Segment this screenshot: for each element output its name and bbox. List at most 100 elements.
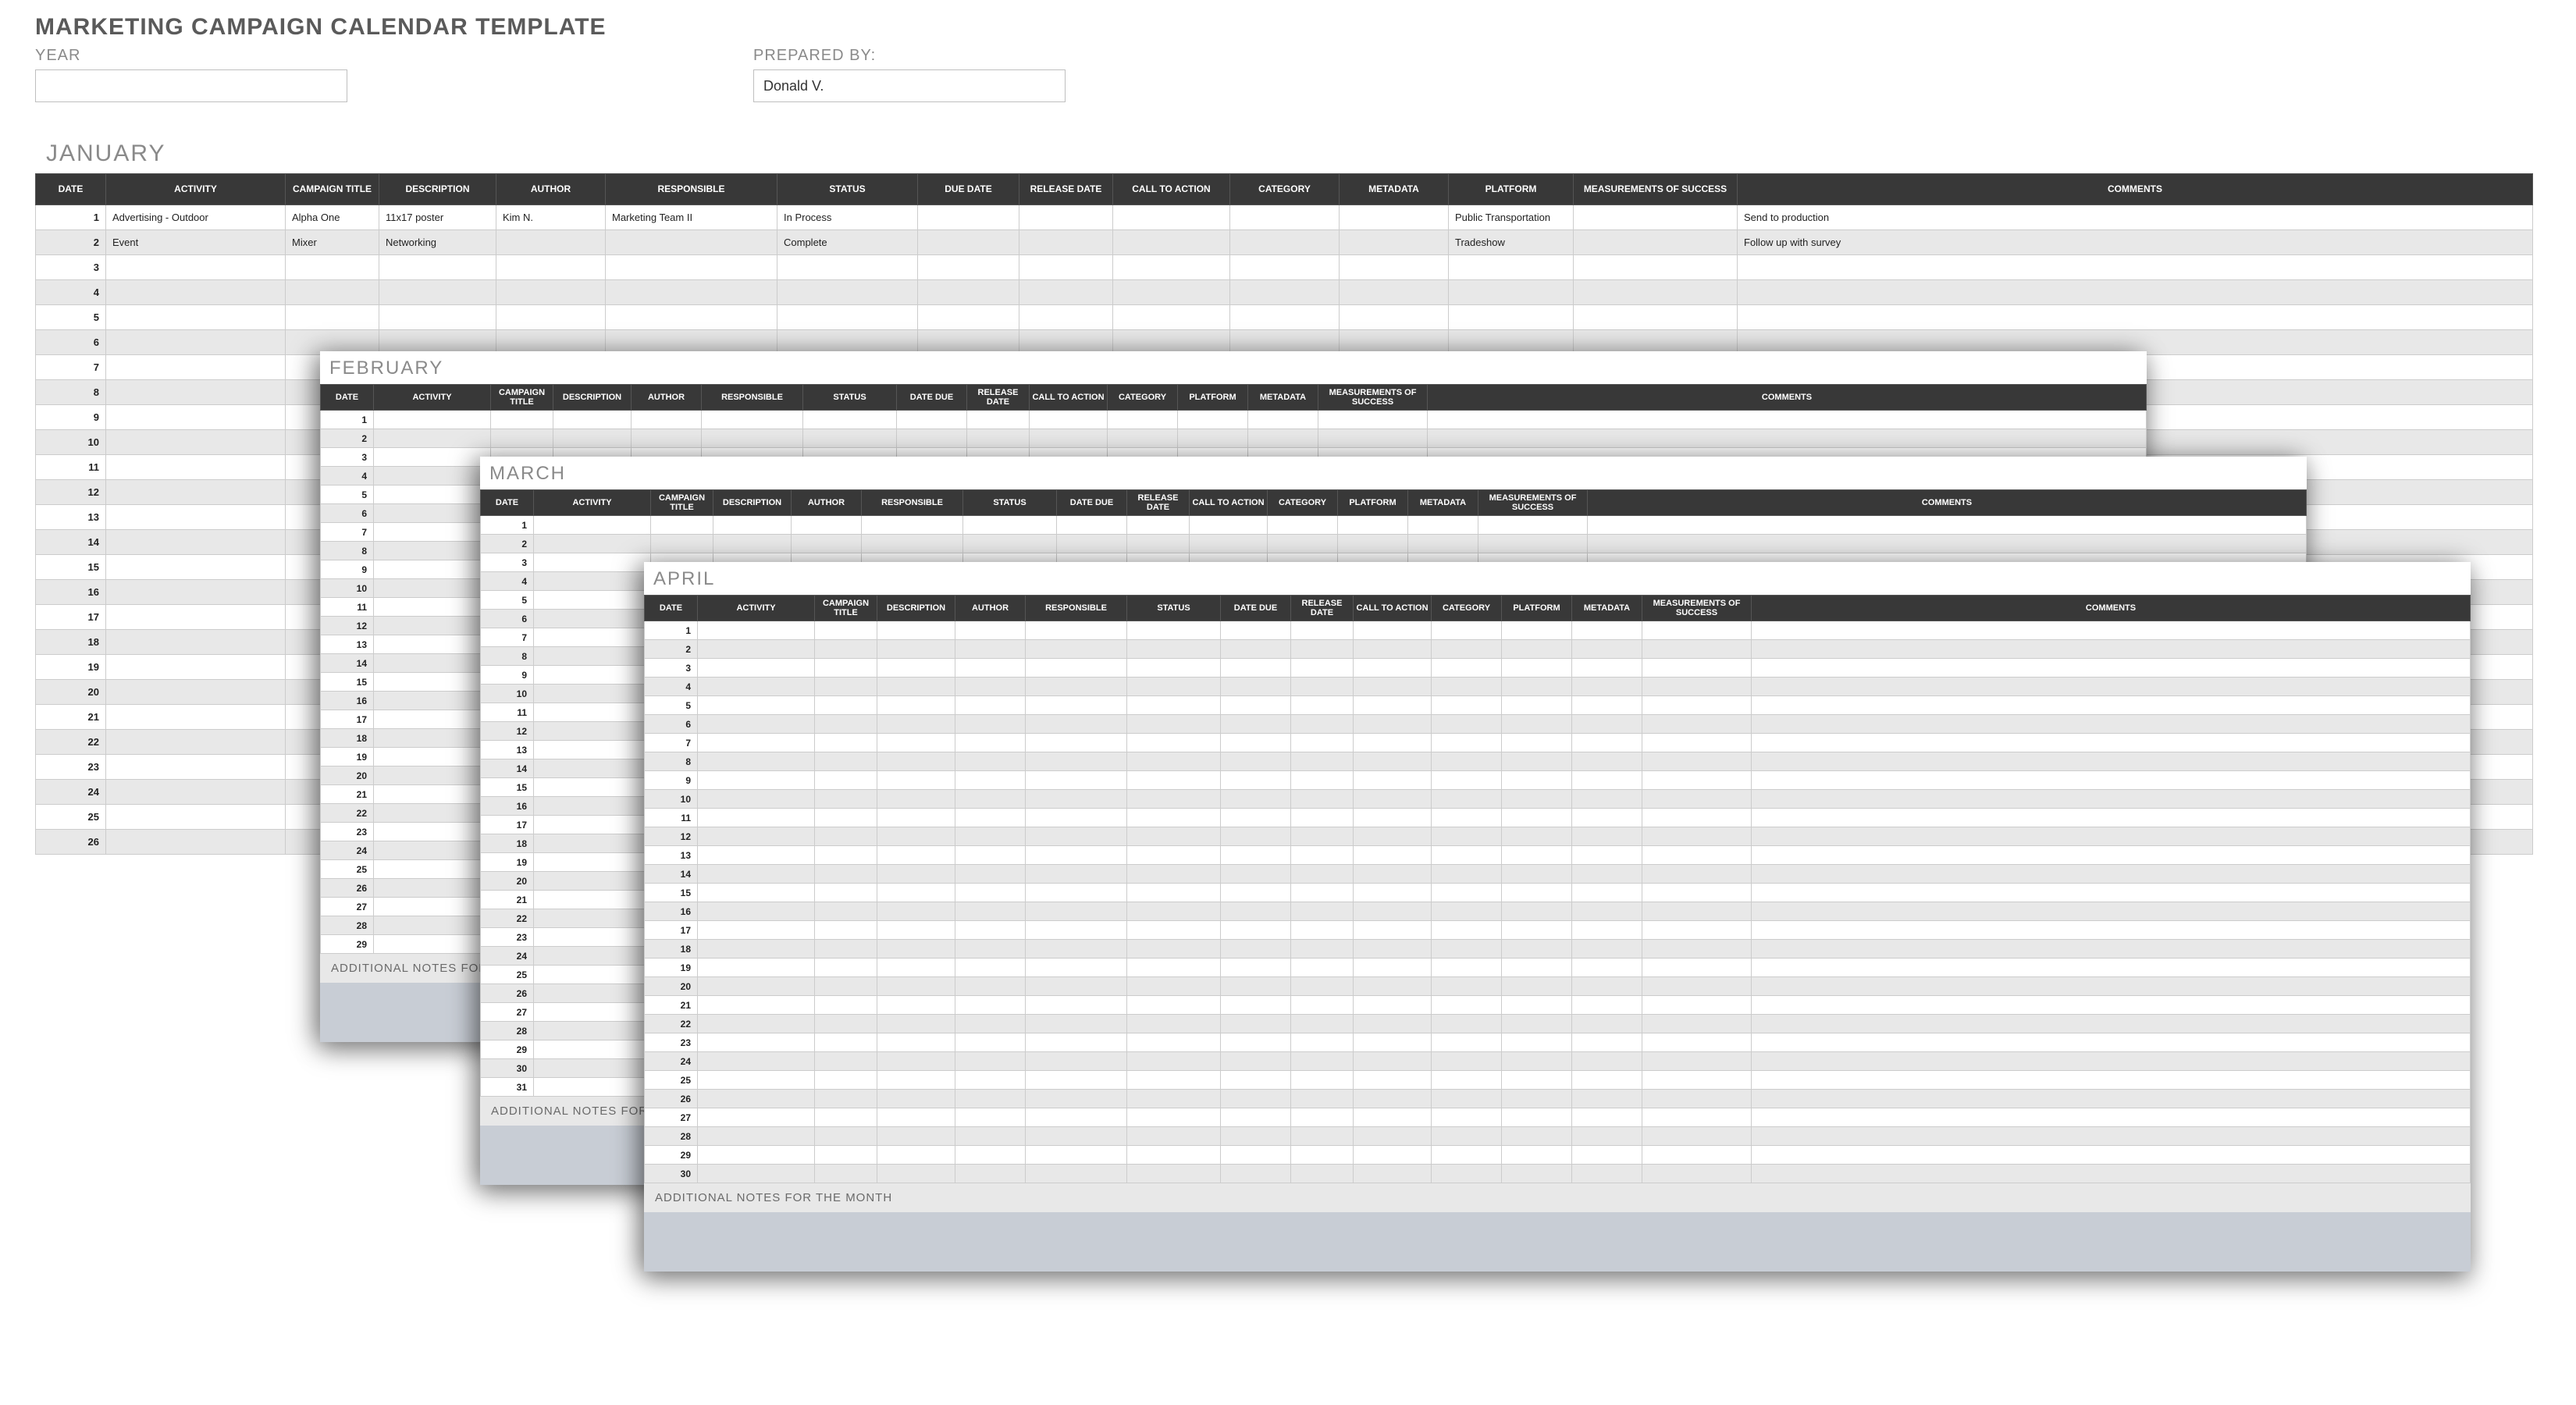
cell-description[interactable] [877,959,955,977]
cell-activity[interactable] [534,1003,651,1022]
cell-status[interactable] [1127,865,1221,884]
cell-release_date[interactable] [1291,996,1354,1015]
cell-category[interactable] [1432,790,1502,809]
cell-release_date[interactable] [1291,734,1354,752]
cell-campaign_title[interactable] [815,734,877,752]
cell-status[interactable] [963,535,1057,553]
cell-activity[interactable] [106,380,286,405]
cell-activity[interactable] [534,797,651,816]
cell-measurements[interactable] [1642,1033,1752,1052]
cell-metadata[interactable] [1572,640,1642,659]
cell-description[interactable] [877,902,955,921]
cell-platform[interactable] [1502,752,1572,771]
cell-campaign_title[interactable] [815,959,877,977]
cell-call_to_action[interactable] [1354,1165,1432,1183]
cell-campaign_title[interactable] [815,902,877,921]
cell-author[interactable] [955,678,1026,696]
cell-author[interactable] [955,846,1026,865]
cell-activity[interactable] [534,759,651,778]
cell-platform[interactable] [1449,280,1574,305]
cell-call_to_action[interactable] [1030,429,1108,448]
cell-date[interactable]: 26 [481,984,534,1003]
cell-responsible[interactable] [1026,640,1127,659]
cell-responsible[interactable] [1026,827,1127,846]
cell-campaign_title[interactable] [815,921,877,940]
cell-measurements[interactable] [1642,771,1752,790]
cell-author[interactable] [955,696,1026,715]
cell-due_date[interactable] [1221,1015,1291,1033]
cell-comments[interactable] [1752,640,2471,659]
cell-due_date[interactable] [1221,734,1291,752]
cell-date[interactable]: 20 [645,977,698,996]
cell-date[interactable]: 20 [481,872,534,891]
cell-metadata[interactable] [1340,205,1449,230]
cell-due_date[interactable] [918,230,1019,255]
cell-activity[interactable] [534,666,651,685]
cell-comments[interactable] [1752,809,2471,827]
cell-metadata[interactable] [1572,846,1642,865]
cell-activity[interactable]: Advertising - Outdoor [106,205,286,230]
cell-due_date[interactable] [1221,921,1291,940]
cell-status[interactable] [1127,1108,1221,1127]
cell-date[interactable]: 1 [36,205,106,230]
cell-platform[interactable] [1502,1146,1572,1165]
cell-campaign_title[interactable] [815,977,877,996]
cell-category[interactable] [1432,640,1502,659]
cell-status[interactable] [1127,752,1221,771]
cell-release_date[interactable] [1291,1165,1354,1183]
cell-description[interactable] [877,884,955,902]
cell-measurements[interactable] [1642,1127,1752,1146]
cell-campaign_title[interactable] [815,659,877,678]
cell-activity[interactable] [534,535,651,553]
cell-due_date[interactable] [1221,659,1291,678]
cell-activity[interactable] [106,280,286,305]
cell-metadata[interactable] [1572,940,1642,959]
cell-metadata[interactable] [1572,715,1642,734]
cell-activity[interactable] [534,778,651,797]
cell-status[interactable] [1127,809,1221,827]
cell-campaign_title[interactable] [286,305,379,330]
cell-call_to_action[interactable] [1354,809,1432,827]
cell-author[interactable] [632,411,702,429]
cell-call_to_action[interactable] [1354,734,1432,752]
cell-date[interactable]: 28 [321,916,374,935]
cell-activity[interactable] [106,705,286,730]
cell-description[interactable] [877,996,955,1015]
cell-campaign_title[interactable] [651,535,713,553]
cell-date[interactable]: 9 [321,560,374,579]
cell-measurements[interactable] [1642,1108,1752,1127]
cell-call_to_action[interactable] [1354,1071,1432,1090]
cell-date[interactable]: 20 [321,767,374,785]
cell-date[interactable]: 13 [645,846,698,865]
cell-author[interactable] [955,734,1026,752]
cell-date[interactable]: 29 [481,1040,534,1059]
cell-date[interactable]: 10 [36,430,106,455]
cell-call_to_action[interactable] [1113,230,1230,255]
cell-status[interactable] [1127,902,1221,921]
cell-status[interactable] [1127,1033,1221,1052]
cell-category[interactable] [1432,977,1502,996]
cell-category[interactable] [1432,678,1502,696]
cell-release_date[interactable] [1019,305,1113,330]
cell-activity[interactable] [374,898,491,916]
cell-due_date[interactable] [897,429,967,448]
cell-responsible[interactable] [1026,621,1127,640]
cell-measurements[interactable] [1642,865,1752,884]
cell-date[interactable]: 19 [481,853,534,872]
cell-activity[interactable] [106,405,286,430]
cell-date[interactable]: 23 [321,823,374,841]
cell-call_to_action[interactable] [1190,516,1268,535]
cell-status[interactable] [1127,790,1221,809]
cell-due_date[interactable] [918,205,1019,230]
cell-category[interactable] [1230,230,1340,255]
cell-category[interactable] [1432,902,1502,921]
cell-date[interactable]: 1 [645,621,698,640]
cell-date[interactable]: 26 [36,830,106,855]
cell-comments[interactable] [1588,535,2307,553]
cell-description[interactable] [877,1071,955,1090]
cell-description[interactable] [877,977,955,996]
cell-comments[interactable] [1752,659,2471,678]
cell-metadata[interactable] [1572,1015,1642,1033]
cell-due_date[interactable] [1221,996,1291,1015]
cell-status[interactable] [1127,827,1221,846]
